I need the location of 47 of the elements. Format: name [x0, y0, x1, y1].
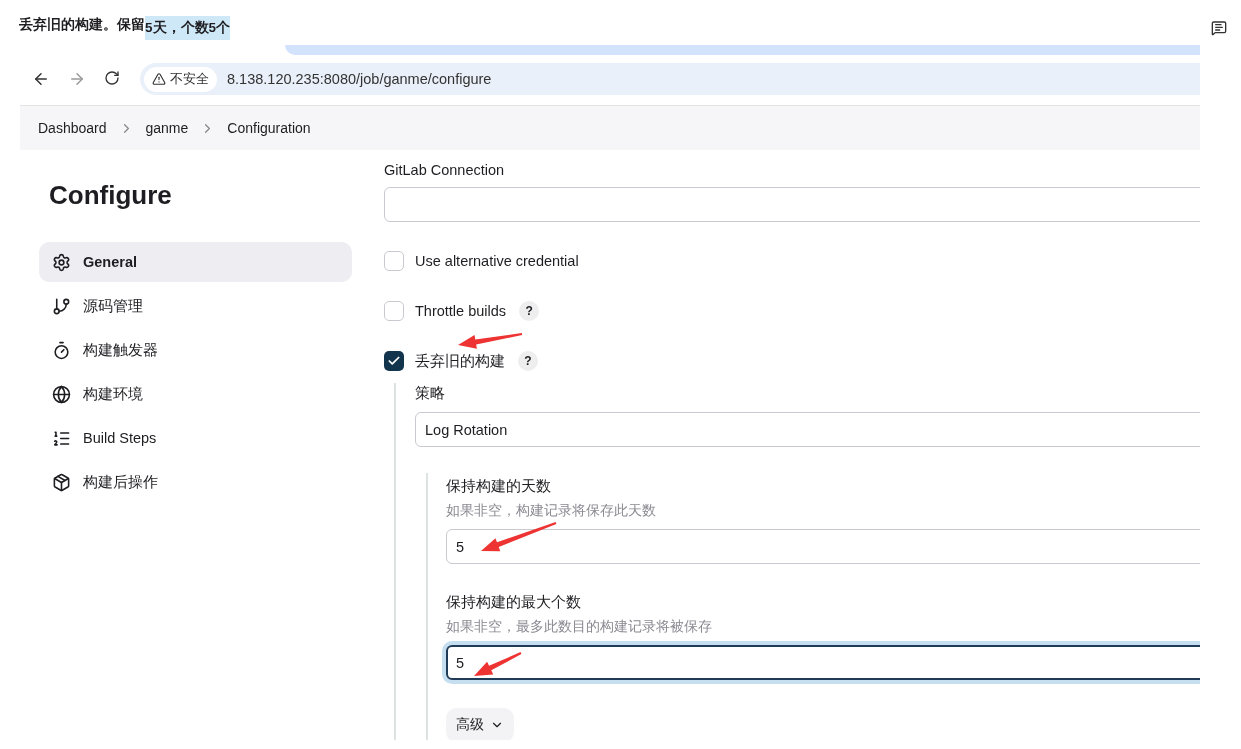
checkbox-label: 丢弃旧的构建: [415, 352, 505, 371]
annotation-arrow: [458, 333, 523, 349]
comment-icon[interactable]: [1211, 20, 1227, 36]
help-button[interactable]: ?: [519, 301, 540, 321]
reload-button[interactable]: [104, 70, 122, 88]
breadcrumb-link[interactable]: ganme: [145, 120, 189, 136]
field-label: 保持构建的最大个数: [446, 593, 582, 612]
package-icon: [52, 472, 71, 492]
select-field[interactable]: Log Rotation: [415, 412, 1200, 447]
sidebar-item[interactable]: General: [39, 242, 352, 282]
back-button[interactable]: [32, 70, 50, 88]
breadcrumb-link[interactable]: Dashboard: [38, 120, 107, 136]
field-hint: 如果非空，构建记录将保存此天数: [446, 502, 657, 520]
field-hint: 如果非空，最多此数目的构建记录将被保存: [446, 618, 713, 636]
list-icon: [52, 428, 71, 448]
checkbox[interactable]: [384, 251, 404, 271]
branch-icon: [52, 296, 71, 316]
highlighted-text: 5天，个数5个: [145, 16, 231, 40]
page-title: Configure: [49, 179, 173, 212]
sidebar-item[interactable]: 源码管理: [39, 286, 352, 326]
advanced-button[interactable]: 高级: [446, 708, 514, 740]
checkbox-label: Use alternative credential: [415, 252, 579, 271]
input-field[interactable]: 5: [446, 529, 1200, 564]
forward-button[interactable]: [68, 70, 86, 88]
sidebar-item[interactable]: 构建触发器: [39, 330, 352, 370]
input-field[interactable]: [384, 187, 1200, 222]
annotation-arrow: [474, 652, 522, 676]
checkbox[interactable]: [384, 301, 404, 321]
warning-icon: [152, 72, 166, 86]
field-label: 保持构建的天数: [446, 477, 552, 496]
field-label: 策略: [415, 384, 446, 403]
address-bar[interactable]: 不安全 8.138.120.235:8080/job/ganme/configure: [140, 63, 1200, 95]
caption-text: 丢弃旧的构建。保留: [19, 16, 145, 32]
url-text: 8.138.120.235:8080/job/ganme/configure: [227, 71, 492, 87]
gear-icon: [52, 252, 71, 272]
security-chip[interactable]: 不安全: [144, 66, 217, 92]
globe-icon: [52, 384, 71, 404]
help-button[interactable]: ?: [518, 351, 538, 371]
field-label: GitLab Connection: [384, 161, 506, 180]
checkbox-label: Throttle builds: [415, 302, 507, 321]
check-icon: [387, 354, 401, 368]
breadcrumb-link[interactable]: Configuration: [227, 120, 311, 136]
timer-icon: [52, 340, 71, 360]
sidebar-item[interactable]: 构建后操作: [39, 462, 352, 502]
sidebar-item[interactable]: Build Steps: [39, 418, 352, 458]
checkbox[interactable]: [384, 351, 404, 371]
sidebar-item[interactable]: 构建环境: [39, 374, 352, 414]
